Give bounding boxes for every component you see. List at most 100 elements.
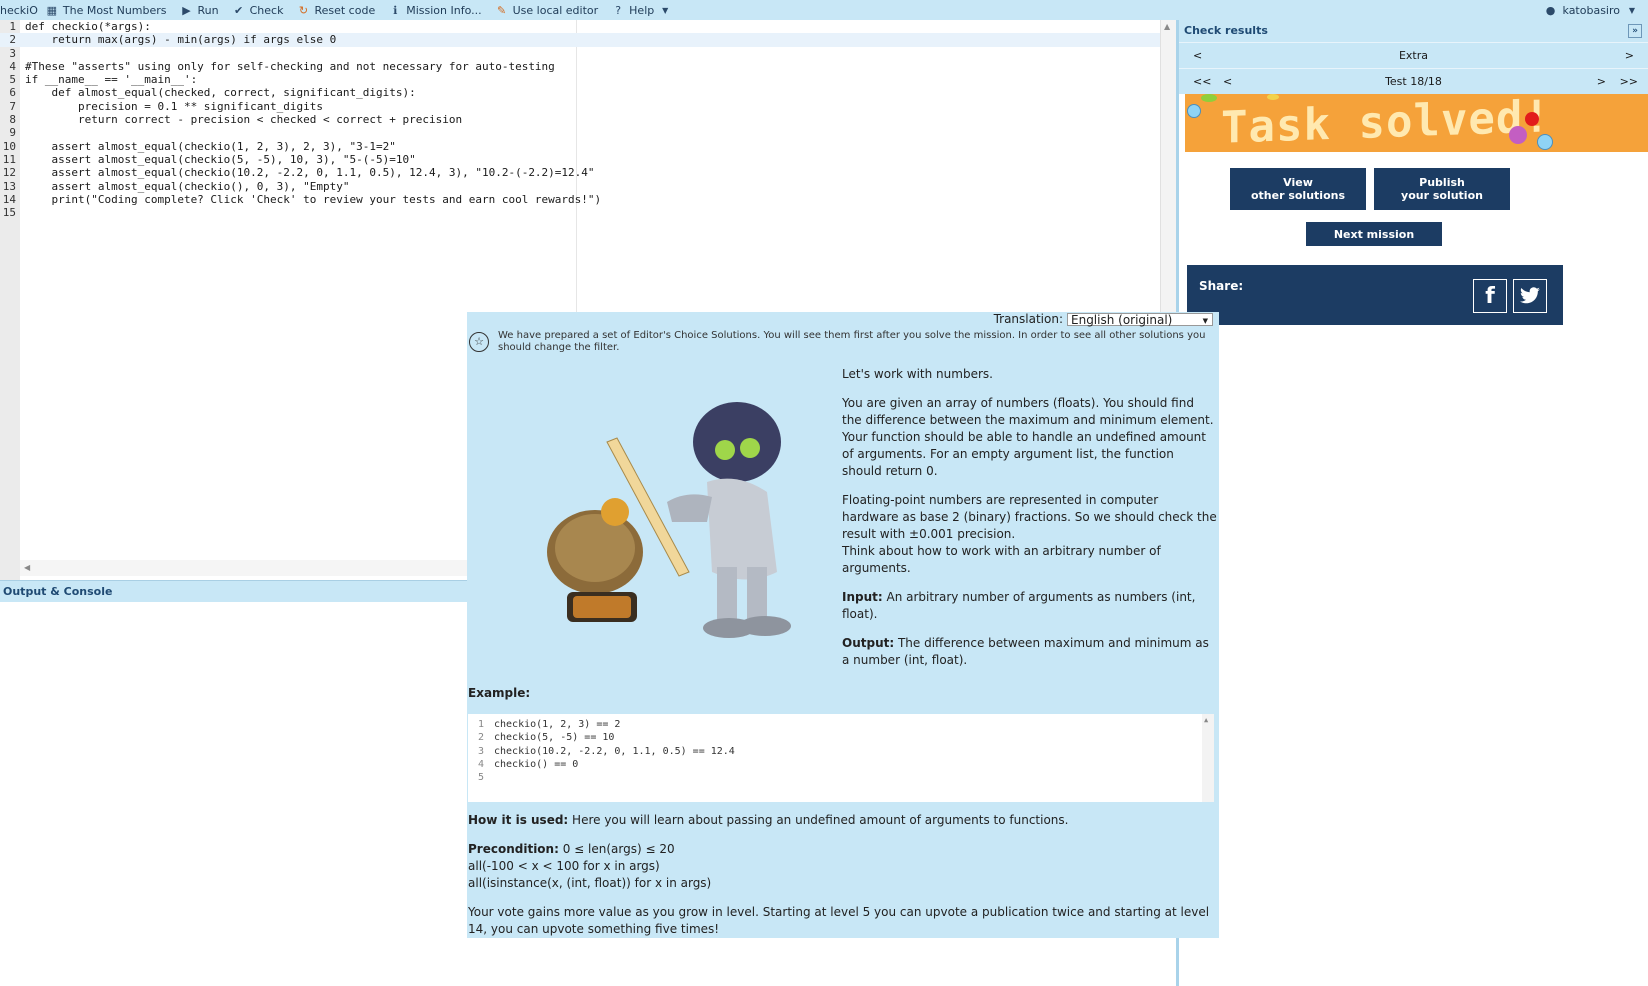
user-chevron-down-icon: ▼ — [1628, 5, 1636, 15]
task-paragraph: You are given an array of numbers (float… — [842, 396, 1214, 478]
how-used-text: Here you will learn about passing an und… — [568, 813, 1069, 827]
code-line[interactable]: 10 assert almost_equal(checkio(1, 2, 3),… — [0, 140, 1160, 153]
line-number: 7 — [9, 99, 16, 113]
output-paragraph: Output: The difference between maximum a… — [842, 635, 1217, 669]
test-navigator: << < Test 18/18 > >> — [1179, 68, 1648, 94]
chevron-down-icon: ▼ — [662, 5, 669, 15]
code-line[interactable]: 8 return correct - precision < checked <… — [0, 113, 1160, 126]
reset-label: Reset code — [314, 3, 376, 17]
code-line[interactable]: 7 precision = 0.1 ** significant_digits — [0, 100, 1160, 113]
how-used-paragraph: How it is used: Here you will learn abou… — [468, 812, 1218, 829]
line-number: 6 — [9, 86, 16, 100]
code-text: precision = 0.1 ** significant_digits — [25, 99, 324, 113]
run-button[interactable]: ▶ Run — [181, 4, 218, 17]
console-header[interactable]: Output & Console — [0, 580, 467, 602]
checkio-logo[interactable]: heckiO — [0, 4, 38, 17]
scroll-up-icon[interactable]: ▲ — [1164, 22, 1170, 31]
code-text: if __name__ == '__main__': — [25, 73, 198, 87]
code-line[interactable]: 2 return max(args) - min(args) if args e… — [0, 33, 1160, 47]
line-number: 2 — [9, 33, 16, 47]
reset-code-button[interactable]: ↻ Reset code — [297, 4, 375, 17]
mission-title-label: The Most Numbers — [62, 3, 167, 17]
precondition-label: Precondition: — [468, 842, 559, 856]
test-counter: Test 18/18 — [1385, 75, 1442, 88]
mission-info-label: Mission Info... — [406, 3, 482, 17]
share-section: Share: f — [1187, 265, 1563, 325]
code-line[interactable]: 3 — [0, 47, 1160, 60]
translation-select[interactable]: English (original) — [1067, 312, 1213, 327]
publish-solution-button[interactable]: Publish your solution — [1374, 168, 1510, 210]
star-icon: ☆ — [469, 332, 489, 352]
category-next-button[interactable]: > — [1625, 43, 1634, 69]
green-ball-icon — [1201, 94, 1217, 102]
next-test-button[interactable]: > — [1597, 69, 1606, 95]
example-line: 2 checkio(5, -5) == 10 — [468, 731, 1214, 744]
last-test-button[interactable]: >> — [1620, 69, 1638, 95]
next-mission-button[interactable]: Next mission — [1306, 222, 1442, 246]
code-text: print("Coding complete? Click 'Check' to… — [25, 192, 602, 206]
user-icon: ● — [1545, 3, 1556, 17]
translation-label: Translation: — [993, 312, 1063, 326]
example-scrollbar[interactable]: ▲ — [1202, 714, 1214, 802]
collapse-panel-icon[interactable]: » — [1628, 24, 1642, 38]
info-icon: ℹ — [393, 3, 398, 17]
app-root: heckiO ▦ The Most Numbers ▶ Run ✔ Check … — [0, 0, 1648, 986]
code-line[interactable]: 15 — [0, 206, 1160, 219]
purple-ball-icon — [1509, 126, 1527, 144]
twitter-icon[interactable] — [1513, 279, 1547, 313]
code-line[interactable]: 14 print("Coding complete? Click 'Check'… — [0, 193, 1160, 206]
line-number: 3 — [9, 46, 16, 60]
share-label: Share: — [1199, 279, 1244, 293]
blue-ball-icon — [1187, 104, 1201, 118]
check-label: Check — [249, 3, 284, 17]
arbitrary-text: Think about how to work with an arbitrar… — [842, 544, 1161, 575]
editor-icon: ✎ — [497, 3, 507, 17]
example-label: Example: — [468, 686, 531, 700]
code-line[interactable]: 5 if __name__ == '__main__': — [0, 73, 1160, 86]
example-line-number: 3 — [477, 745, 484, 757]
local-editor-button[interactable]: ✎ Use local editor — [496, 3, 598, 17]
mission-description: Translation: English (original) ☆ We hav… — [467, 312, 1219, 938]
mission-info-button[interactable]: ℹ Mission Info... — [389, 4, 481, 17]
precision-text: Floating-point numbers are represented i… — [842, 493, 1217, 541]
view-other-solutions-button[interactable]: View other solutions — [1230, 168, 1366, 210]
editors-choice-notice: ☆ We have prepared a set of Editor's Cho… — [467, 330, 1219, 356]
user-menu[interactable]: ● katobasiro ▼ — [1545, 0, 1638, 20]
notice-text: We have prepared a set of Editor's Choic… — [498, 330, 1206, 353]
example-code-text: checkio(1, 2, 3) == 2 — [494, 719, 621, 730]
check-button[interactable]: ✔ Check — [233, 3, 284, 17]
facebook-icon[interactable]: f — [1473, 279, 1507, 313]
example-scroll-up-icon[interactable]: ▲ — [1204, 716, 1208, 724]
mission-title[interactable]: ▦ The Most Numbers — [46, 4, 167, 17]
scroll-left-icon[interactable]: ◀ — [24, 563, 30, 572]
code-text: assert almost_equal(checkio(), 0, 3), "E… — [25, 179, 350, 193]
reset-icon: ↻ — [298, 3, 309, 17]
code-area[interactable]: 1 def checkio(*args): 2 return max(args) -… — [0, 20, 1160, 219]
line-number: 9 — [9, 126, 16, 140]
category-prev-button[interactable]: < — [1193, 43, 1202, 69]
code-line[interactable]: 9 — [0, 126, 1160, 139]
publish-btn-line1: Publish — [1419, 176, 1465, 189]
line-number: 10 — [2, 139, 16, 153]
code-line[interactable]: 1 def checkio(*args): — [0, 20, 1160, 33]
check-results-panel: Check results » < Extra > << < Test 18/1… — [1176, 20, 1648, 986]
first-test-button[interactable]: << — [1193, 69, 1211, 95]
help-menu[interactable]: ? Help ▼ — [612, 4, 671, 17]
editor-horizontal-scrollbar[interactable]: ◀ — [20, 560, 467, 576]
code-line[interactable]: 11 assert almost_equal(checkio(5, -5), 1… — [0, 153, 1160, 166]
precondition-line3: all(isinstance(x, (int, float)) for x in… — [468, 876, 712, 890]
help-icon: ? — [615, 3, 622, 17]
line-number: 1 — [9, 20, 16, 33]
code-line[interactable]: 4 #These "asserts" using only for self-ch… — [0, 60, 1160, 73]
code-line[interactable]: 12 assert almost_equal(checkio(10.2, -2.… — [0, 166, 1160, 179]
translation-control: Translation: English (original) — [993, 312, 1213, 327]
code-line[interactable]: 6 def almost_equal(checked, correct, sig… — [0, 86, 1160, 99]
check-results-title: Check results — [1184, 24, 1268, 37]
prev-test-button[interactable]: < — [1223, 69, 1232, 95]
input-text: An arbitrary number of arguments as numb… — [842, 590, 1196, 621]
category-label: Extra — [1398, 49, 1429, 62]
line-number: 15 — [2, 206, 16, 220]
publish-btn-line2: your solution — [1401, 189, 1483, 202]
code-line[interactable]: 13 assert almost_equal(checkio(), 0, 3),… — [0, 180, 1160, 193]
help-label: Help — [629, 3, 655, 17]
